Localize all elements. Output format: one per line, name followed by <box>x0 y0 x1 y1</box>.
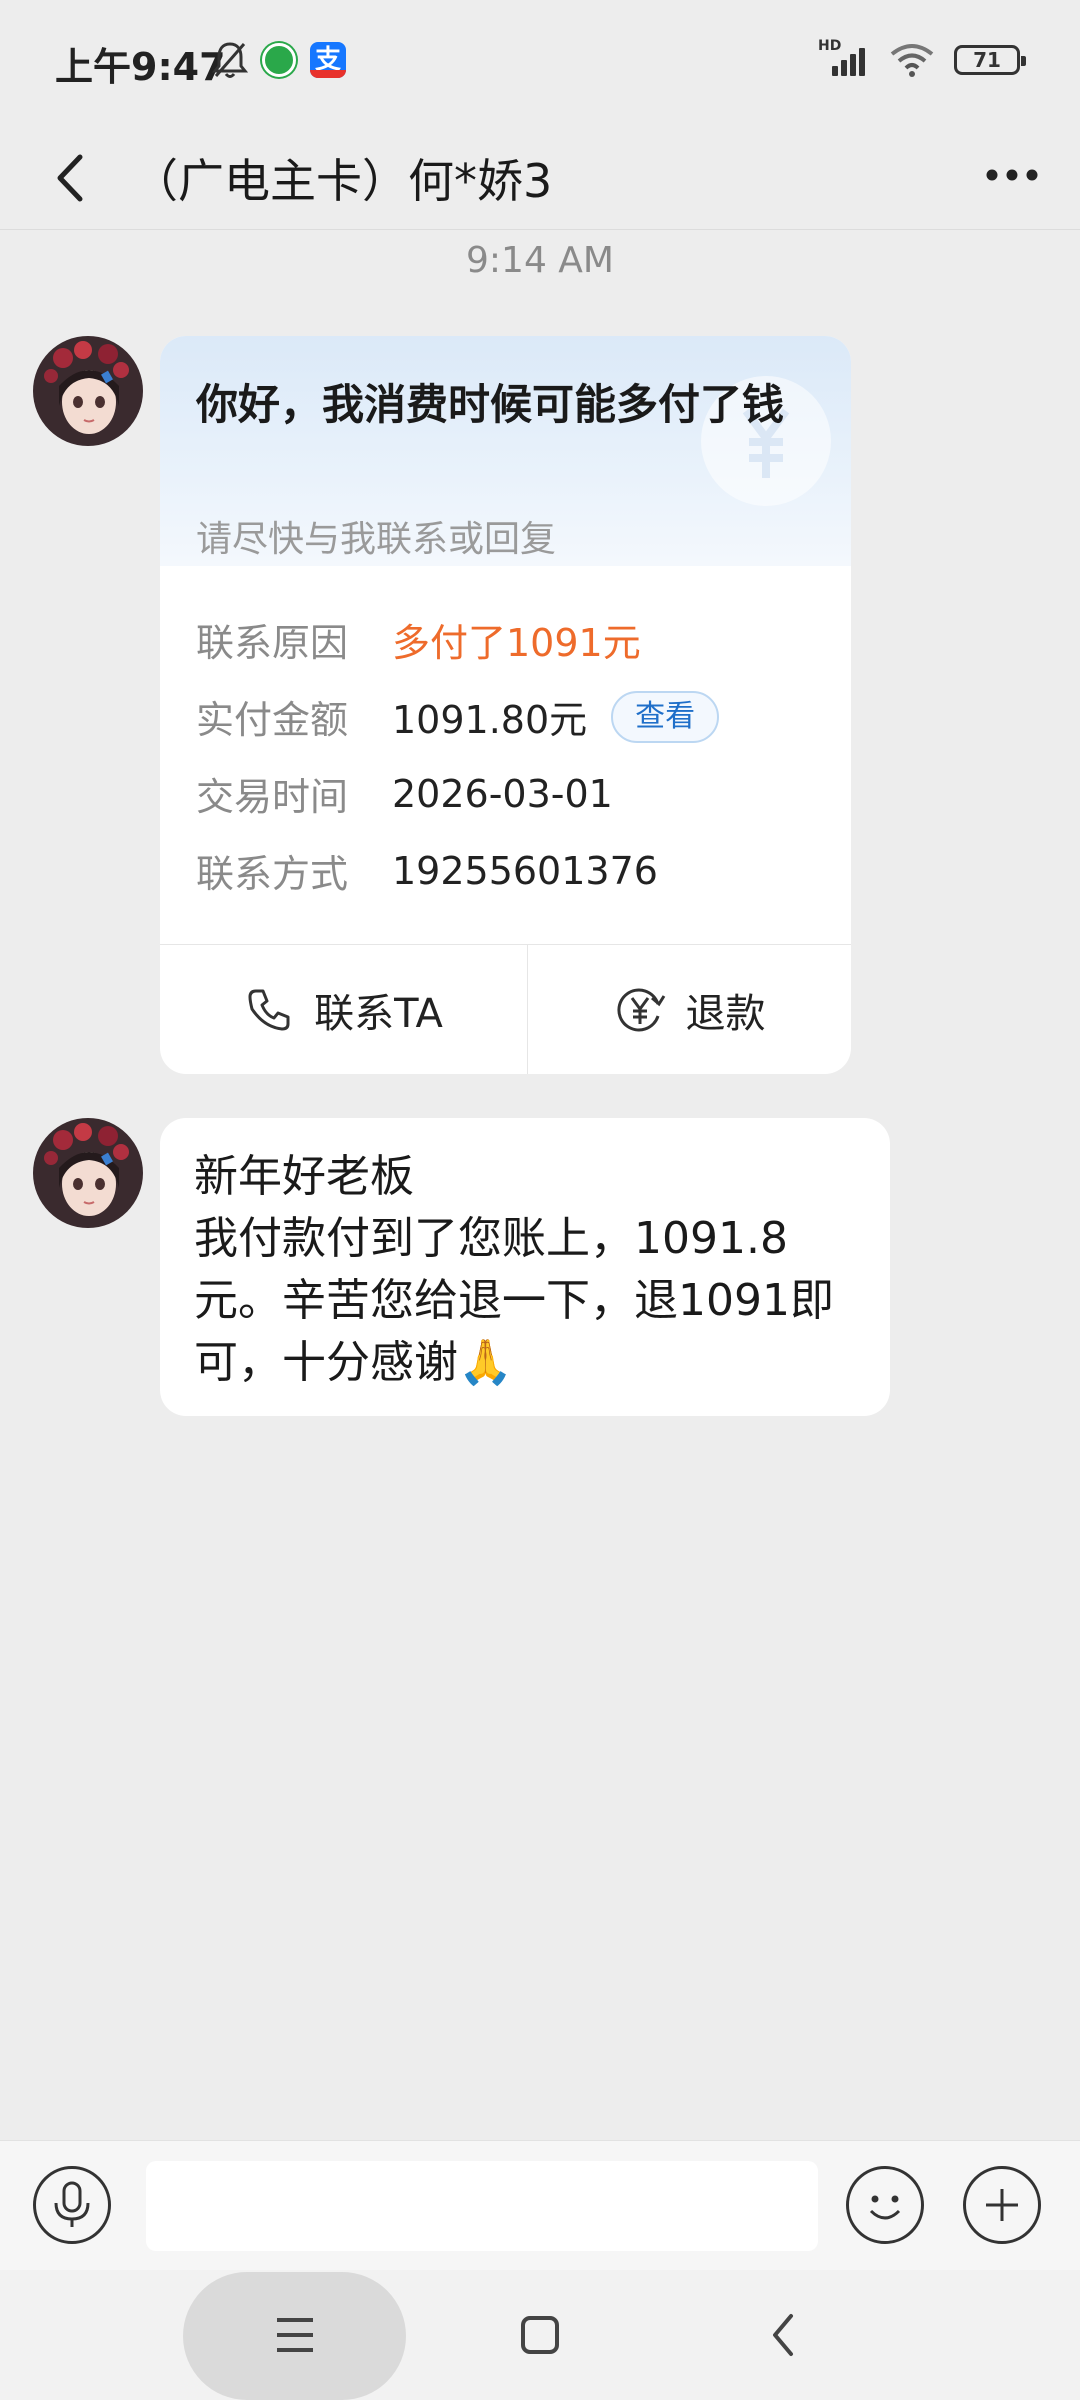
message-line: 元。辛苦您给退一下，退1091即 <box>194 1275 834 1326</box>
message-line: 可，十分感谢🙏 <box>194 1337 513 1388</box>
detail-value: 19255601376 <box>392 848 658 893</box>
phone-icon <box>248 989 290 1030</box>
battery-icon: 71 <box>954 45 1026 75</box>
message-timestamp: 9:14 AM <box>466 240 614 281</box>
message-bubble[interactable]: 新年好老板 我付款付到了您账上，1091.8 元。辛苦您给退一下，退1091即 … <box>160 1118 890 1416</box>
contact-button-label: 联系TA <box>314 990 443 1037</box>
status-system-icons: HD 71 <box>818 38 1026 78</box>
alipay-icon: 支 <box>310 42 346 78</box>
refund-yen-icon <box>617 988 665 1031</box>
card-details: 联系原因 多付了1091元 实付金额 1091.80元 查看 交易时间 2026… <box>196 601 720 909</box>
status-notification-icons: 支 <box>212 40 346 80</box>
smiley-icon <box>869 2195 901 2220</box>
refund-button-label: 退款 <box>685 990 766 1037</box>
detail-value: 1091.80元 <box>392 698 588 742</box>
refund-request-card[interactable]: 你好，我消费时候可能多付了钱 请尽快与我联系或回复 联系原因 多付了1091元 … <box>160 336 851 1074</box>
signal-hd-label: HD <box>818 38 842 54</box>
menu-icon[interactable] <box>235 2270 355 2400</box>
bell-off-icon <box>212 42 248 78</box>
plus-icon <box>986 2189 1018 2221</box>
detail-label: 交易时间 <box>196 775 349 819</box>
status-bar: 上午9:47 支 HD 71 <box>0 0 1080 125</box>
detail-row-contact: 联系方式 19255601376 <box>196 832 719 909</box>
message-line: 我付款付到了您账上，1091.8 <box>194 1213 788 1264</box>
status-time: 上午9:47 <box>55 45 226 89</box>
chat-header: （广电主卡）何*娇3 <box>0 125 1080 230</box>
back-icon[interactable] <box>725 2270 845 2400</box>
detail-row-reason: 联系原因 多付了1091元 <box>196 601 719 678</box>
voice-input-button[interactable] <box>33 2166 111 2244</box>
detail-label: 联系方式 <box>196 852 349 896</box>
signal-icon: HD <box>818 38 870 78</box>
more-options-icon[interactable] <box>982 155 1042 195</box>
wifi-icon <box>890 44 934 77</box>
detail-value: 多付了1091元 <box>392 621 641 665</box>
contact-button[interactable]: 联系TA <box>160 945 527 1074</box>
system-nav-bar <box>0 2270 1080 2400</box>
card-subtitle: 请尽快与我联系或回复 <box>196 519 557 560</box>
input-bar <box>0 2140 1080 2270</box>
back-arrow-icon[interactable] <box>42 143 102 213</box>
avatar[interactable] <box>33 1118 143 1228</box>
avatar[interactable] <box>33 336 143 446</box>
view-button[interactable]: 查看 <box>611 690 720 743</box>
chat-title: （广电主卡）何*娇3 <box>132 154 553 208</box>
app-notification-icon <box>262 43 296 77</box>
emoji-button[interactable] <box>846 2166 924 2244</box>
detail-label: 实付金额 <box>196 698 349 742</box>
microphone-icon <box>54 2181 90 2227</box>
detail-label: 联系原因 <box>196 621 349 665</box>
message-input[interactable] <box>146 2161 818 2251</box>
refund-button[interactable]: 退款 <box>528 945 851 1074</box>
detail-row-time: 交易时间 2026-03-01 <box>196 755 719 832</box>
message-line: 新年好老板 <box>194 1151 414 1202</box>
detail-row-amount: 实付金额 1091.80元 查看 <box>196 678 720 755</box>
detail-value: 2026-03-01 <box>392 771 613 816</box>
home-icon[interactable] <box>480 2270 600 2400</box>
card-header: 你好，我消费时候可能多付了钱 请尽快与我联系或回复 <box>160 336 851 566</box>
card-title: 你好，我消费时候可能多付了钱 <box>196 380 785 429</box>
more-functions-button[interactable] <box>963 2166 1041 2244</box>
